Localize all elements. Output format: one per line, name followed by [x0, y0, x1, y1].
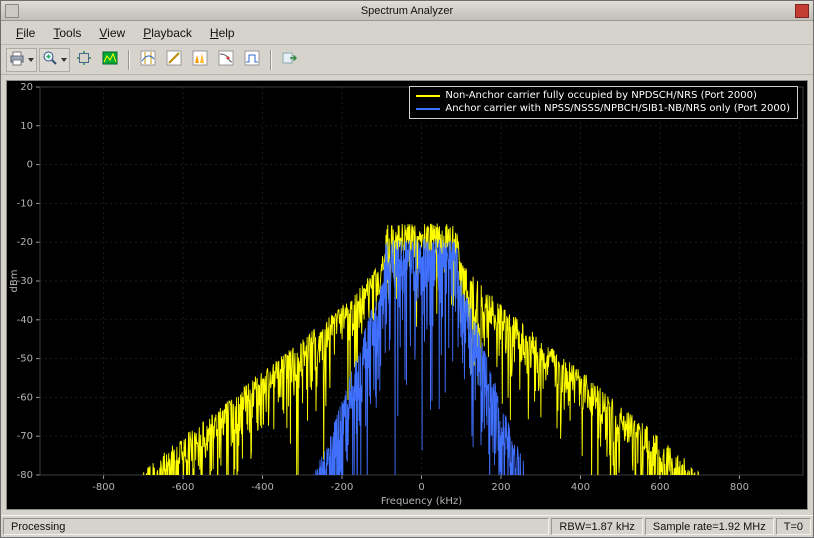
- cursor-measurements-button[interactable]: [136, 48, 160, 72]
- window-menu-button[interactable]: [5, 4, 19, 18]
- menu-help[interactable]: Help: [201, 23, 244, 43]
- legend[interactable]: Non-Anchor carrier fully occupied by NPD…: [409, 86, 798, 119]
- svg-text:-400: -400: [251, 482, 274, 493]
- status-bar: Processing RBW=1.87 kHz Sample rate=1.92…: [1, 515, 813, 537]
- status-sample-rate: Sample rate=1.92 MHz: [645, 518, 774, 535]
- svg-text:10: 10: [20, 121, 33, 132]
- fit-to-view-button[interactable]: [72, 48, 96, 72]
- svg-text:-600: -600: [172, 482, 195, 493]
- ccdf-icon: [218, 50, 234, 69]
- fit-to-view-icon: [76, 50, 92, 69]
- plot-region: -800 -600 -400 -200 0 200 400 600 800 20 10 0 -10 -20…: [1, 75, 813, 515]
- svg-text:-10: -10: [17, 198, 33, 209]
- dropdown-caret-icon: [61, 58, 67, 62]
- dropdown-caret-icon: [28, 58, 34, 62]
- ccdf-measurements-button[interactable]: [214, 48, 238, 72]
- menu-file[interactable]: File: [7, 23, 44, 43]
- spectral-mask-button[interactable]: [240, 48, 264, 72]
- status-rbw: RBW=1.87 kHz: [551, 518, 643, 535]
- zoom-button[interactable]: [39, 48, 70, 72]
- print-button[interactable]: [6, 48, 37, 72]
- toolbar-separator: [128, 50, 130, 70]
- svg-text:200: 200: [491, 482, 510, 493]
- close-button[interactable]: [795, 4, 809, 18]
- svg-text:0: 0: [418, 482, 424, 493]
- svg-text:-70: -70: [17, 431, 33, 442]
- menu-tools[interactable]: Tools: [44, 23, 90, 43]
- legend-line-swatch-blue: [416, 108, 440, 110]
- spectral-mask-icon: [244, 50, 260, 69]
- svg-text:400: 400: [571, 482, 590, 493]
- menu-bar: File Tools View Playback Help: [1, 21, 813, 45]
- title-bar[interactable]: Spectrum Analyzer: [1, 1, 813, 21]
- legend-label: Non-Anchor carrier fully occupied by NPD…: [445, 90, 757, 101]
- svg-text:20: 20: [20, 82, 33, 93]
- spectrum-settings-icon: [102, 50, 118, 69]
- svg-text:-40: -40: [17, 315, 33, 326]
- svg-text:-60: -60: [17, 392, 33, 403]
- svg-text:-800: -800: [92, 482, 115, 493]
- svg-text:-200: -200: [331, 482, 354, 493]
- spectrum-plot[interactable]: -800 -600 -400 -200 0 200 400 600 800 20 10 0 -10 -20…: [6, 80, 808, 510]
- svg-text:800: 800: [730, 482, 749, 493]
- signal-statistics-icon: [166, 50, 182, 69]
- spectrum-settings-button[interactable]: [98, 48, 122, 72]
- svg-text:0: 0: [27, 160, 33, 171]
- peak-finder-icon: [192, 50, 208, 69]
- legend-line-swatch-yellow: [416, 95, 440, 97]
- toolbar-separator: [270, 50, 272, 70]
- zoom-in-icon: [42, 50, 58, 69]
- svg-text:600: 600: [650, 482, 669, 493]
- menu-playback[interactable]: Playback: [134, 23, 201, 43]
- playback-export-button[interactable]: [278, 48, 302, 72]
- peak-finder-button[interactable]: [188, 48, 212, 72]
- svg-text:-80: -80: [17, 470, 33, 481]
- cursor-measurements-icon: [140, 50, 156, 69]
- toolbar: [1, 45, 813, 75]
- svg-text:Frequency (kHz): Frequency (kHz): [381, 496, 462, 507]
- legend-label: Anchor carrier with NPSS/NSSS/NPBCH/SIB1…: [445, 103, 790, 114]
- status-processing: Processing: [3, 518, 549, 535]
- signal-statistics-button[interactable]: [162, 48, 186, 72]
- playback-export-icon: [282, 50, 298, 69]
- window-title: Spectrum Analyzer: [23, 5, 791, 17]
- printer-icon: [9, 50, 25, 69]
- status-time: T=0: [776, 518, 811, 535]
- menu-view[interactable]: View: [90, 23, 134, 43]
- svg-text:-50: -50: [17, 354, 33, 365]
- legend-item-anchor[interactable]: Anchor carrier with NPSS/NSSS/NPBCH/SIB1…: [416, 102, 790, 115]
- spectrum-analyzer-window: Spectrum Analyzer File Tools View Playba…: [0, 0, 814, 538]
- legend-item-nonanchor[interactable]: Non-Anchor carrier fully occupied by NPD…: [416, 89, 790, 102]
- svg-text:-20: -20: [17, 237, 33, 248]
- svg-text:dBm: dBm: [9, 270, 20, 293]
- spectrum-canvas[interactable]: -800 -600 -400 -200 0 200 400 600 800 20 10 0 -10 -20…: [7, 81, 808, 510]
